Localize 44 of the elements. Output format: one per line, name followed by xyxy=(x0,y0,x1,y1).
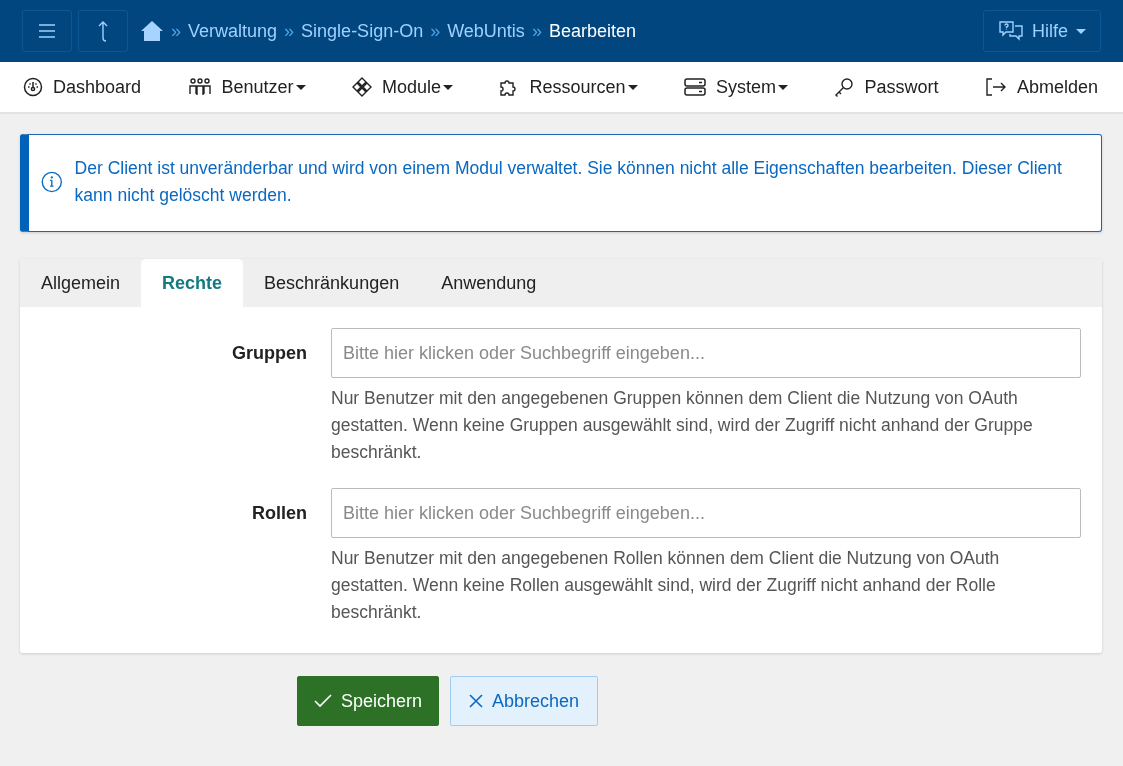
tab[interactable]: Allgemein xyxy=(20,259,142,307)
cancel-button[interactable]: Abbrechen xyxy=(450,676,599,726)
breadcrumb-link[interactable]: Verwaltung xyxy=(188,20,278,42)
menu-icon xyxy=(38,24,56,38)
nav-item[interactable]: Ressourcen xyxy=(499,76,638,98)
logout-icon xyxy=(984,77,1007,97)
help-text: Nur Benutzer mit den angegebenen Rollen können dem Client die Nutzung von OAuth gestatten. Wenn keine Rollen ausgewählt sind, wird der Zugriff nicht anhand der Rolle beschränkt. xyxy=(331,547,1001,624)
server-icon xyxy=(683,77,706,97)
nav-item[interactable]: Passwort xyxy=(834,76,939,98)
alert-message: Der Client ist unveränderbar und wird von einem Modul verwaltet. Sie können nicht alle Eigenschaften bearbeiten. Dieser Client kann nicht gelöscht werden. xyxy=(74,157,1063,207)
users-icon xyxy=(187,77,212,97)
diamond-grid-icon xyxy=(352,77,372,97)
help-text: Nur Benutzer mit den angegebenen Gruppen können dem Client die Nutzung von OAuth gestatten. Wenn keine Gruppen ausgewählt sind, wird der Zugriff nicht anhand der Gruppe beschränkt. xyxy=(331,387,1034,464)
search-field[interactable]: Bitte hier klicken oder Suchbegriff eingeben... xyxy=(331,488,1081,538)
up-arrow-icon xyxy=(96,20,110,42)
field-label: Rollen xyxy=(251,502,307,525)
breadcrumb-separator: » xyxy=(284,20,295,42)
breadcrumb-link[interactable]: WebUntis xyxy=(447,20,525,42)
info-icon xyxy=(41,169,63,195)
gauge-icon xyxy=(23,77,43,97)
save-button[interactable]: Speichern xyxy=(297,676,440,726)
check-icon xyxy=(314,694,332,708)
breadcrumb-current: Bearbeiten xyxy=(548,20,636,42)
tab[interactable]: Beschränkungen xyxy=(243,259,421,307)
home-icon[interactable] xyxy=(140,20,164,42)
tab[interactable]: Rechte xyxy=(141,259,244,307)
help-button[interactable]: Hilfe xyxy=(983,10,1101,52)
breadcrumb-link[interactable]: Single-Sign-On xyxy=(301,20,424,42)
nav-item[interactable]: Benutzer xyxy=(187,76,306,98)
nav-item[interactable]: Module xyxy=(352,76,454,98)
breadcrumb-separator: » xyxy=(171,20,181,42)
tab[interactable]: Anwendung xyxy=(420,259,558,307)
up-button[interactable] xyxy=(78,10,128,52)
nav-item[interactable]: System xyxy=(683,76,788,98)
chat-question-icon xyxy=(998,20,1024,42)
menu-button[interactable] xyxy=(22,10,72,52)
close-icon xyxy=(469,694,484,708)
breadcrumb-separator: » xyxy=(531,20,542,42)
breadcrumb-separator: » xyxy=(430,20,441,42)
key-icon xyxy=(834,77,855,97)
field-label: Gruppen xyxy=(231,342,307,365)
search-field[interactable]: Bitte hier klicken oder Suchbegriff eingeben... xyxy=(331,328,1081,378)
nav-item[interactable]: Abmelden xyxy=(984,76,1098,98)
nav-item[interactable]: Dashboard xyxy=(23,76,142,98)
